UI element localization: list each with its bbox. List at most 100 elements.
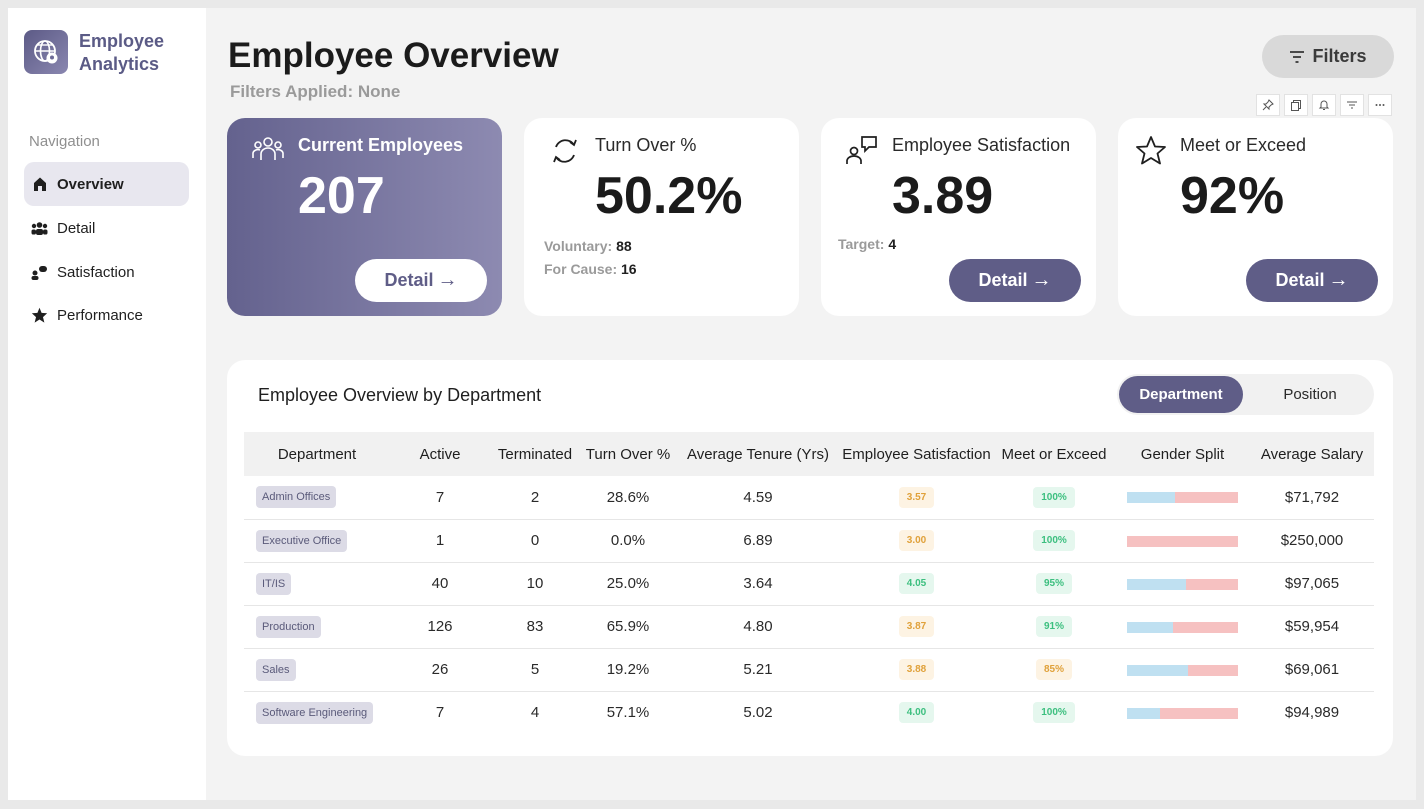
- view-toggle: Department Position: [1117, 374, 1374, 415]
- filters-applied-text: Filters Applied: None: [230, 82, 401, 101]
- table-row[interactable]: Executive Office 1 0 0.0% 6.89 3.00 100% $250,0…: [244, 519, 1374, 562]
- department-cell: Production: [244, 605, 390, 648]
- voluntary-label: Voluntary:: [544, 238, 613, 254]
- gender-split-cell: [1115, 562, 1250, 605]
- turnover-cell: 19.2%: [606, 661, 650, 678]
- table-row[interactable]: Software Engineering 7 4 57.1% 5.02 4.00 100% $…: [244, 691, 1374, 734]
- sidebar-item-label: Performance: [57, 306, 143, 324]
- sidebar-item-detail[interactable]: Detail: [24, 206, 189, 250]
- satisfaction-chip: 4.05: [898, 573, 935, 594]
- kpi-value: 92%: [1180, 167, 1285, 225]
- department-pill[interactable]: Admin Offices: [256, 486, 337, 509]
- meet-exceed-chip: 100%: [1033, 486, 1075, 508]
- toggle-position[interactable]: Position: [1248, 376, 1372, 413]
- filters-button[interactable]: Filters: [1262, 35, 1394, 78]
- column-header[interactable]: Department: [244, 432, 390, 476]
- column-header[interactable]: Meet or Exceed: [993, 432, 1115, 476]
- meet-exceed-chip: 100%: [1033, 530, 1075, 551]
- pin-icon[interactable]: [1256, 94, 1280, 116]
- sidebar-item-label: Overview: [57, 175, 124, 193]
- gender-male-segment: [1127, 492, 1175, 504]
- gender-female-segment: [1174, 492, 1238, 504]
- people-group-icon: [252, 137, 284, 160]
- department-pill[interactable]: Production: [256, 615, 321, 638]
- active-cell: 40: [431, 575, 449, 592]
- gender-female-segment: [1172, 621, 1238, 633]
- column-header[interactable]: Gender Split: [1115, 432, 1250, 476]
- terminated-cell: 5: [530, 661, 540, 678]
- department-cell: Software Engineering: [244, 691, 390, 734]
- department-cell: Admin Offices: [244, 476, 390, 519]
- salary-cell: $97,065: [1284, 575, 1340, 592]
- satisfaction-cell: 3.57: [840, 476, 993, 519]
- tenure-cell: 3.64: [743, 575, 773, 592]
- department-pill[interactable]: Software Engineering: [256, 701, 374, 724]
- meet-exceed-detail-button[interactable]: Detail →: [1246, 259, 1378, 302]
- department-pill[interactable]: Sales: [256, 658, 296, 681]
- active-cell: 26: [431, 661, 449, 678]
- satisfaction-detail-button[interactable]: Detail →: [949, 259, 1081, 302]
- table-row[interactable]: Admin Offices 7 2 28.6% 4.59 3.57 100% $71,792: [244, 476, 1374, 519]
- voluntary-value: 88: [616, 238, 632, 254]
- kpi-label: Meet or Exceed: [1180, 135, 1307, 155]
- column-header[interactable]: Average Tenure (Yrs): [676, 432, 840, 476]
- copy-icon[interactable]: [1284, 94, 1308, 116]
- sidebar-item-overview[interactable]: Overview: [24, 162, 189, 206]
- sidebar-item-performance[interactable]: Performance: [24, 293, 189, 337]
- star-icon: [31, 307, 48, 324]
- gender-split-cell: [1115, 519, 1250, 562]
- gender-split-bar: [1127, 535, 1238, 547]
- table-row[interactable]: IT/IS 40 10 25.0% 3.64 4.05 95% $97,065: [244, 562, 1374, 605]
- bell-icon[interactable]: [1312, 94, 1336, 116]
- department-table: Department Active Terminated Turn Over %…: [244, 432, 1374, 734]
- salary-cell: $71,792: [1284, 488, 1340, 506]
- sidebar-item-label: Satisfaction: [57, 263, 135, 281]
- satisfaction-chip: 3.88: [898, 659, 935, 680]
- tenure-cell: 5.02: [743, 704, 773, 722]
- app-title-line2: Analytics: [79, 54, 160, 74]
- salary-cell: $69,061: [1284, 661, 1340, 678]
- table-row[interactable]: Sales 26 5 19.2% 5.21 3.88 85% $69,061: [244, 648, 1374, 691]
- people-icon: [31, 220, 48, 237]
- turnover-cell: 65.9%: [606, 618, 650, 635]
- active-cell: 7: [435, 704, 445, 722]
- department-pill[interactable]: IT/IS: [256, 572, 292, 595]
- tenure-cell: 4.59: [743, 488, 773, 506]
- table-row[interactable]: Production 126 83 65.9% 4.80 3.87 91% $59,954: [244, 605, 1374, 648]
- active-cell: 7: [435, 488, 445, 506]
- column-header[interactable]: Active: [390, 432, 490, 476]
- meet-exceed-cell: 85%: [993, 648, 1115, 691]
- column-header[interactable]: Average Salary: [1250, 432, 1374, 476]
- filter-icon: [1290, 50, 1305, 63]
- salary-cell: $59,954: [1284, 618, 1340, 635]
- gender-split-cell: [1115, 605, 1250, 648]
- filters-button-label: Filters: [1312, 46, 1367, 66]
- active-cell: 126: [427, 618, 453, 635]
- satisfaction-chip: 3.57: [898, 486, 935, 508]
- star-outline-icon: [1136, 136, 1166, 165]
- kpi-value: 3.89: [892, 167, 994, 225]
- toggle-department[interactable]: Department: [1119, 376, 1243, 413]
- gender-split-bar: [1127, 578, 1238, 590]
- kpi-card-meet-or-exceed: Meet or Exceed 92% Detail →: [1118, 118, 1393, 316]
- kpi-value: 50.2%: [595, 167, 743, 225]
- filter-icon[interactable]: [1340, 94, 1364, 116]
- column-header[interactable]: Terminated: [490, 432, 580, 476]
- sidebar-item-satisfaction[interactable]: Satisfaction: [24, 250, 189, 294]
- current-employees-detail-button[interactable]: Detail →: [355, 259, 487, 302]
- meet-exceed-cell: 100%: [993, 519, 1115, 562]
- gender-split-bar: [1127, 621, 1238, 633]
- more-options-icon[interactable]: [1368, 94, 1392, 116]
- department-pill[interactable]: Executive Office: [256, 529, 348, 552]
- refresh-icon: [553, 139, 577, 163]
- department-cell: Executive Office: [244, 519, 390, 562]
- column-header[interactable]: Employee Satisfaction: [840, 432, 993, 476]
- department-cell: Sales: [244, 648, 390, 691]
- panel-title: Employee Overview by Department: [258, 385, 542, 405]
- satisfaction-cell: 4.00: [840, 691, 993, 734]
- gender-female-segment: [1160, 707, 1238, 719]
- column-header[interactable]: Turn Over %: [580, 432, 676, 476]
- kpi-card-satisfaction: Employee Satisfaction 3.89 Target: 4 Det…: [821, 118, 1096, 316]
- meet-exceed-cell: 100%: [993, 476, 1115, 519]
- gender-split-cell: [1115, 648, 1250, 691]
